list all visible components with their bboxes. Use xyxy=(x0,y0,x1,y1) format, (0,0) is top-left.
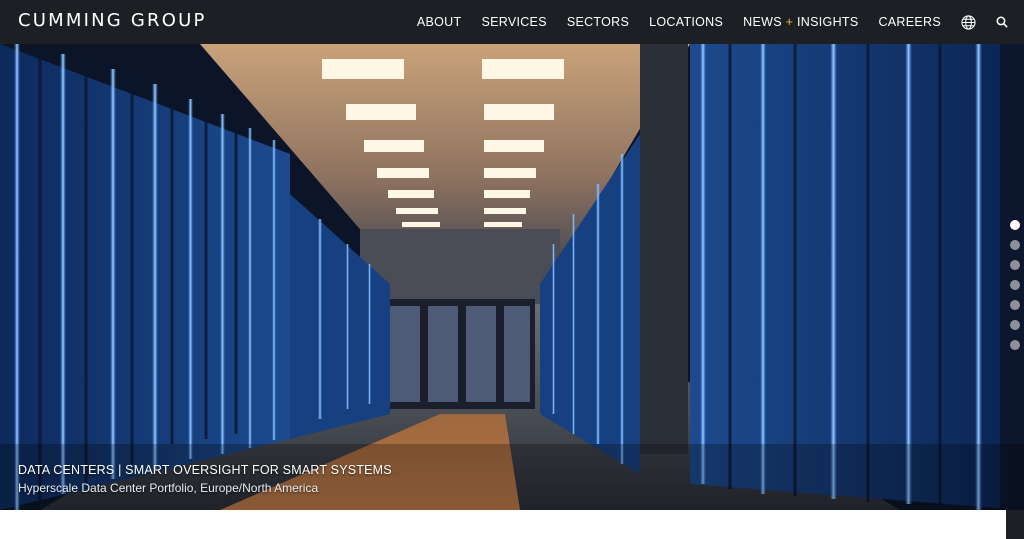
hero-slider: DATA CENTERS | SMART OVERSIGHT FOR SMART… xyxy=(0,44,1024,510)
nav-item-careers[interactable]: CAREERS xyxy=(878,15,941,29)
nav-plus-sign: + xyxy=(785,15,794,29)
slide-dot-4[interactable] xyxy=(1010,280,1020,290)
hero-caption-subtitle: Hyperscale Data Center Portfolio, Europe… xyxy=(18,481,319,495)
content-area-top xyxy=(0,510,1024,539)
slide-dot-5[interactable] xyxy=(1010,300,1020,310)
search-icon[interactable] xyxy=(996,16,1008,28)
nav-item-locations[interactable]: LOCATIONS xyxy=(649,15,723,29)
hero-caption-title[interactable]: DATA CENTERS | SMART OVERSIGHT FOR SMART… xyxy=(18,463,392,477)
slide-dot-3[interactable] xyxy=(1010,260,1020,270)
hero-caption: DATA CENTERS | SMART OVERSIGHT FOR SMART… xyxy=(18,463,392,495)
nav-insights-label: INSIGHTS xyxy=(797,15,859,29)
slide-dot-2[interactable] xyxy=(1010,240,1020,250)
site-header: CUMMING GROUP ABOUT SERVICES SECTORS LOC… xyxy=(0,0,1024,44)
slide-dot-6[interactable] xyxy=(1010,320,1020,330)
nav-item-news-insights[interactable]: NEWS + INSIGHTS xyxy=(743,15,858,29)
logo[interactable]: CUMMING GROUP xyxy=(18,10,207,31)
nav-item-about[interactable]: ABOUT xyxy=(417,15,462,29)
page-edge-shadow xyxy=(1006,510,1024,539)
slide-pagination xyxy=(1010,220,1022,360)
slide-dot-7[interactable] xyxy=(1010,340,1020,350)
nav-item-services[interactable]: SERVICES xyxy=(481,15,546,29)
data-center-hero-image xyxy=(0,44,1024,510)
globe-icon[interactable] xyxy=(961,14,976,30)
main-nav: ABOUT SERVICES SECTORS LOCATIONS NEWS + … xyxy=(397,0,1008,44)
slide-dot-1[interactable] xyxy=(1010,220,1020,230)
nav-item-sectors[interactable]: SECTORS xyxy=(567,15,629,29)
nav-news-label: NEWS xyxy=(743,15,782,29)
